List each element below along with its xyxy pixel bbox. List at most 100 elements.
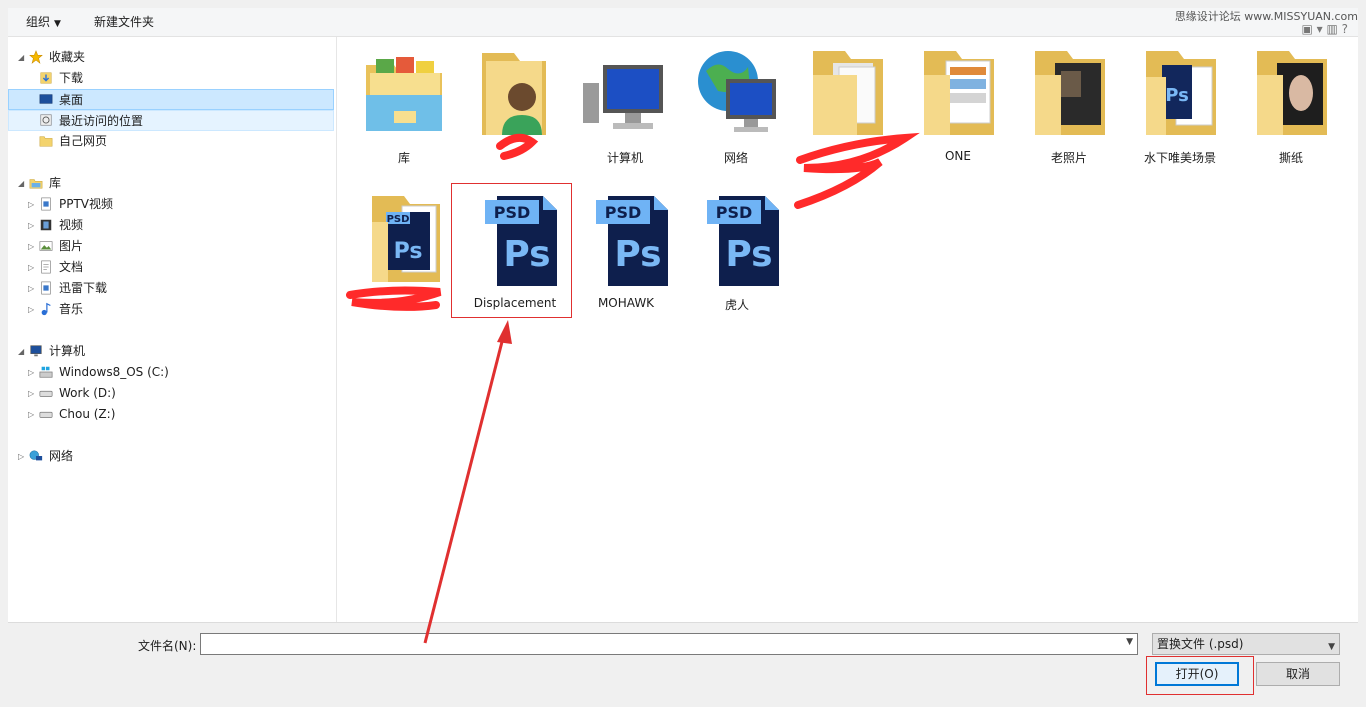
file-item-folder[interactable]: [792, 45, 902, 165]
collapsed-icon[interactable]: ▷: [28, 278, 34, 299]
nav-item-label: 视频: [59, 218, 84, 232]
network-icon: [29, 450, 43, 461]
nav-item-label: 桌面: [59, 93, 84, 107]
nav-item-music[interactable]: ▷ 音乐: [8, 299, 334, 320]
library-icon: [29, 179, 43, 189]
view-options-icon[interactable]: ▣ ▾ ▥ ?: [1301, 22, 1348, 36]
file-item-label: 老照片: [1050, 151, 1087, 165]
file-type-value: 置换文件 (.psd): [1157, 637, 1244, 651]
file-item-torn-paper[interactable]: 撕纸: [1236, 45, 1346, 165]
picture-icon: [39, 241, 53, 251]
nav-item-label: 文档: [59, 260, 84, 274]
nav-item-pptv[interactable]: ▷ PPTV视频: [8, 194, 334, 215]
nav-library[interactable]: ◢ 库: [8, 173, 334, 194]
expanded-icon[interactable]: ◢: [18, 47, 24, 68]
nav-item-thunder-downloads[interactable]: ▷ 迅雷下载: [8, 278, 334, 299]
nav-computer-label: 计算机: [49, 344, 86, 358]
collapsed-icon[interactable]: ▷: [18, 446, 24, 467]
psd-badge: PSD: [716, 203, 753, 222]
collapsed-icon[interactable]: ▷: [28, 215, 34, 236]
nav-item-label: 音乐: [59, 302, 84, 316]
file-item-mohawk[interactable]: PSD Ps MOHAWK: [571, 192, 681, 312]
star-icon: [29, 50, 43, 64]
video-icon: [40, 219, 52, 231]
cancel-button[interactable]: 取消: [1256, 662, 1340, 686]
nav-item-recent-places[interactable]: 最近访问的位置: [8, 110, 334, 131]
nav-item-videos[interactable]: ▷ 视频: [8, 215, 334, 236]
file-list-pane[interactable]: 库 计算机 网络 ONE 老照片 Ps 水下唯美场景 撕纸 PSD Ps PSD…: [337, 37, 1358, 622]
expanded-icon[interactable]: ◢: [18, 173, 24, 194]
file-type-select[interactable]: 置换文件 (.psd) ▼: [1152, 633, 1340, 655]
download-library-icon: [41, 281, 51, 295]
nav-library-label: 库: [49, 176, 62, 190]
svg-text:Ps: Ps: [1165, 85, 1189, 106]
download-folder-icon: [40, 72, 52, 84]
psd-file-icon: PSD Ps: [707, 196, 779, 286]
psd-badge: PSD: [605, 203, 642, 222]
nav-item-pictures[interactable]: ▷ 图片: [8, 236, 334, 257]
file-item-user[interactable]: [459, 45, 569, 165]
nav-item-documents[interactable]: ▷ 文档: [8, 257, 334, 278]
nav-item-drive-c[interactable]: ▷ Windows8_OS (C:): [8, 362, 334, 383]
filename-input[interactable]: ▼: [200, 633, 1138, 655]
nav-favorites-label: 收藏夹: [49, 50, 86, 64]
file-item-one[interactable]: ONE: [903, 45, 1013, 165]
nav-network[interactable]: ▷ 网络: [8, 446, 334, 467]
nav-item-label: 迅雷下载: [59, 281, 108, 295]
system-drive-icon: [39, 366, 53, 378]
collapsed-icon[interactable]: ▷: [28, 257, 34, 278]
file-item-label: 撕纸: [1278, 151, 1303, 165]
svg-text:PSD: PSD: [387, 214, 410, 225]
file-item-computer[interactable]: 计算机: [570, 45, 680, 165]
file-item-tiger-man[interactable]: PSD Ps 虎人: [682, 192, 792, 312]
folder-icon: [924, 51, 994, 135]
nav-computer[interactable]: ◢ 计算机: [8, 341, 334, 362]
library-folder-icon: [366, 57, 442, 131]
folder-icon: [1035, 51, 1105, 135]
folder-icon: [39, 136, 53, 147]
nav-item-label: Chou (Z:): [59, 407, 116, 421]
organize-button[interactable]: 组织 ▼: [26, 13, 61, 30]
file-item-library[interactable]: 库: [349, 45, 459, 165]
music-note-icon: [41, 302, 51, 316]
nav-item-drive-z[interactable]: ▷ Chou (Z:): [8, 404, 334, 425]
file-item-psd-folder[interactable]: PSD Ps: [349, 192, 459, 312]
collapsed-icon[interactable]: ▷: [28, 194, 34, 215]
collapsed-icon[interactable]: ▷: [28, 299, 34, 320]
document-icon: [41, 260, 51, 274]
collapsed-icon[interactable]: ▷: [28, 362, 34, 383]
watermark: 思缘设计论坛 www.MISSYUAN.com: [1174, 10, 1358, 23]
collapsed-icon[interactable]: ▷: [28, 236, 34, 257]
filename-label: 文件名(N):: [138, 639, 197, 653]
chevron-down-icon[interactable]: ▼: [1126, 637, 1133, 647]
file-item-old-photos[interactable]: 老照片: [1014, 45, 1124, 165]
file-item-label: ONE: [944, 149, 971, 163]
file-item-label: 网络: [723, 151, 748, 165]
collapsed-icon[interactable]: ▷: [28, 404, 34, 425]
nav-item-label: 下载: [59, 71, 84, 85]
nav-network-label: 网络: [49, 449, 74, 463]
svg-text:Ps: Ps: [394, 239, 423, 264]
nav-item-desktop[interactable]: 桌面: [8, 89, 334, 110]
file-open-dialog: 组织 ▼ 新建文件夹 ▣ ▾ ▥ ? 思缘设计论坛 www.MISSYUAN.co…: [0, 0, 1366, 707]
expanded-icon[interactable]: ◢: [18, 341, 24, 362]
file-item-underwater[interactable]: Ps 水下唯美场景: [1125, 45, 1235, 165]
psd-file-icon: PSD Ps: [596, 196, 668, 286]
navigation-pane[interactable]: ◢ 收藏夹 下载 桌面 最近访问的位置 自己网页 ◢ 库 ▷ PPTV视频 ▷ …: [8, 37, 337, 622]
collapsed-icon[interactable]: ▷: [28, 383, 34, 404]
nav-item-label: 自己网页: [59, 134, 108, 148]
nav-favorites[interactable]: ◢ 收藏夹: [8, 47, 334, 68]
folder-icon: Ps: [1146, 51, 1216, 135]
user-folder-icon: [482, 53, 546, 135]
new-folder-button[interactable]: 新建文件夹: [94, 13, 154, 30]
nav-item-my-pages[interactable]: 自己网页: [8, 131, 334, 152]
file-item-label: 虎人: [724, 298, 749, 312]
ps-mark: Ps: [725, 234, 772, 275]
file-item-network[interactable]: 网络: [681, 45, 791, 165]
file-item-label: 计算机: [606, 151, 643, 165]
nav-item-downloads[interactable]: 下载: [8, 68, 334, 89]
ps-mark: Ps: [614, 234, 661, 275]
nav-item-drive-d[interactable]: ▷ Work (D:): [8, 383, 334, 404]
nav-item-label: Work (D:): [59, 386, 116, 400]
video-library-icon: [41, 197, 51, 211]
